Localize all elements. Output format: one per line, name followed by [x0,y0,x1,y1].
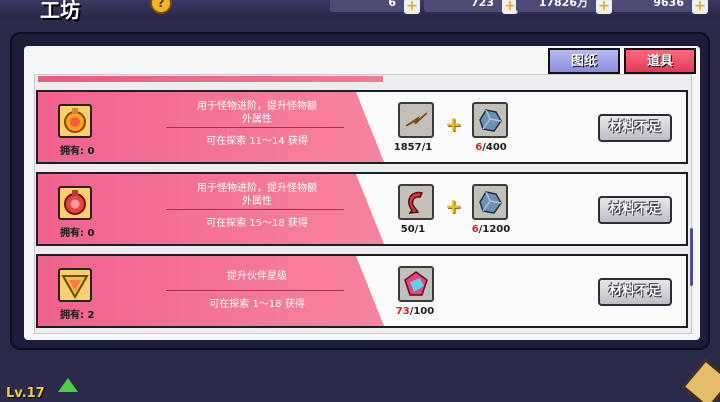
resource-value: 723 [471,0,494,9]
player-level: Lv.17 [6,386,45,401]
map-scroll-icon[interactable] [682,359,720,402]
owned-count: 拥有: 0 [60,146,95,157]
material-slot-ore[interactable] [472,102,508,138]
list-item-partial [38,76,383,82]
item-description: 用于怪物进阶，提升怪物额 [197,183,317,194]
divider [166,127,344,128]
item-icon[interactable] [58,104,92,138]
top-status-bar: 工坊 ? 6 + 723 + 17826万 + 9636 + [0,0,720,22]
item-source: 可在探索 15～18 获得 [206,218,308,229]
resource-value: 9636 [653,0,684,9]
item-icon[interactable] [58,268,92,302]
material-count: 6/1200 [456,224,526,235]
tab-items[interactable]: 道具 [624,48,696,74]
level-up-arrow-icon[interactable] [58,378,78,392]
add-resource-button[interactable]: + [404,0,420,14]
tab-blueprint[interactable]: 图纸 [548,48,620,74]
material-slot-ore[interactable] [472,184,508,220]
resource-counter-gold: 17826万 + [516,0,612,14]
material-slot-gem[interactable] [398,266,434,302]
material-count: 73/100 [380,306,450,317]
help-icon[interactable]: ? [150,0,172,14]
item-source: 可在探索 11～14 获得 [206,136,308,147]
list-item: 拥有: 0 用于怪物进阶，提升怪物额 外属性 可在探索 15～18 获得 50/… [36,172,688,246]
page-title: 工坊 [40,0,80,22]
resource-value: 6 [388,0,396,9]
material-count: 6/400 [456,142,526,153]
item-description: 用于怪物进阶，提升怪物额 [197,101,317,112]
craft-button[interactable]: 材料不足 [598,278,672,306]
material-count: 50/1 [400,224,426,235]
material-count: 1857/1 [393,142,433,153]
item-description-cont: 外属性 [242,114,272,125]
resource-value: 17826万 [538,0,588,9]
resource-counter-1: 6 + [330,0,420,14]
plus-icon: + [445,112,462,136]
craft-button[interactable]: 材料不足 [598,114,672,142]
material-need: /1200 [478,224,511,235]
item-description-cont: 外属性 [242,196,272,207]
material-slot-lightning[interactable] [398,102,434,138]
resource-counter-diamond: 9636 + [612,0,708,14]
resource-counter-2: 723 + [424,0,518,14]
item-icon[interactable] [58,186,92,220]
plus-icon: + [445,194,462,218]
material-have: 73 [395,306,410,317]
divider [166,290,344,291]
owned-count: 拥有: 0 [60,228,95,239]
item-description: 提升伙伴星级 [227,271,287,282]
list-scrollbar[interactable] [690,228,693,286]
material-need: /400 [482,142,507,153]
owned-count: 拥有: 2 [60,310,95,321]
divider [166,209,344,210]
list-item: 拥有: 2 提升伙伴星级 可在探索 1～18 获得 73/100 材料不足 [36,254,688,328]
add-gold-button[interactable]: + [596,0,612,14]
item-source: 可在探索 1～18 获得 [209,299,305,310]
material-have: 6 [471,224,479,235]
list-item: 拥有: 0 用于怪物进阶，提升怪物额 外属性 可在探索 11～14 获得 185… [36,90,688,164]
material-slot-claw[interactable] [398,184,434,220]
add-diamond-button[interactable]: + [692,0,708,14]
craft-button[interactable]: 材料不足 [598,196,672,224]
material-need: /100 [409,306,435,317]
